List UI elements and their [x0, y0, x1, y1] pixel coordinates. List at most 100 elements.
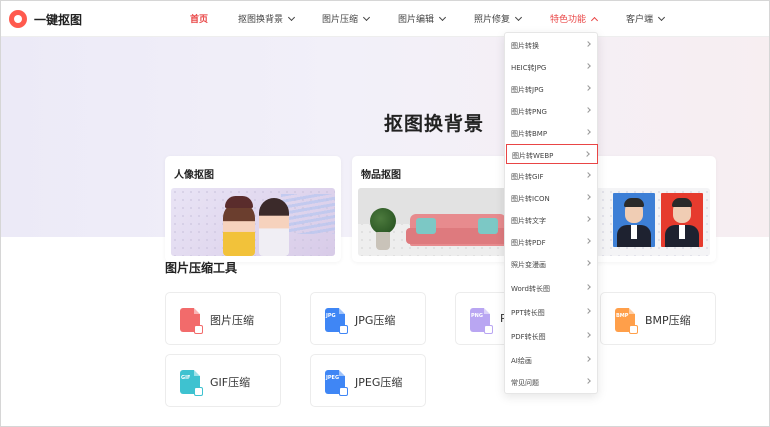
menu-item-to-pdf[interactable]: 图片转PDF: [506, 232, 598, 252]
menu-item-label: 照片变漫画: [511, 261, 546, 269]
chevron-right-icon: [585, 260, 591, 266]
nav-client[interactable]: 客户端: [626, 12, 666, 25]
card-title: 人像抠图: [174, 170, 214, 181]
tool-label: 图片压缩: [210, 314, 254, 327]
chevron-right-icon: [585, 194, 591, 200]
tool-jpeg-compress[interactable]: JPEG JPEG压缩: [310, 354, 426, 407]
tool-label: GIF压缩: [210, 376, 251, 389]
bmp-file-icon: BMP: [615, 308, 638, 334]
tool-label: JPG压缩: [355, 314, 396, 327]
chevron-right-icon: [585, 284, 591, 290]
menu-item-label: 图片转换: [511, 42, 539, 50]
tool-bmp-compress[interactable]: BMP BMP压缩: [600, 292, 716, 345]
nav-photo-repair[interactable]: 照片修复: [474, 12, 523, 25]
chevron-right-icon: [585, 172, 591, 178]
chevron-right-icon: [585, 216, 591, 222]
menu-item-ppt-to-long-image[interactable]: PPT转长图: [506, 302, 598, 322]
chevron-right-icon: [585, 63, 591, 69]
menu-item-label: 图片转GIF: [511, 173, 544, 181]
chevron-right-icon: [585, 129, 591, 135]
jpg-file-icon: JPG: [325, 308, 348, 334]
menu-item-label: 图片转文字: [511, 217, 546, 225]
chevron-right-icon: [585, 332, 591, 338]
png-file-icon: PNG: [470, 308, 493, 334]
menu-item-label: HEIC转JPG: [511, 64, 547, 72]
nav-image-edit[interactable]: 图片编辑: [398, 12, 447, 25]
chevron-right-icon: [585, 238, 591, 244]
menu-item-heic-to-jpg[interactable]: HEIC转JPG: [506, 57, 598, 77]
menu-item-to-jpg[interactable]: 图片转JPG: [506, 79, 598, 99]
chevron-right-icon: [585, 356, 591, 362]
tool-jpg-compress[interactable]: JPG JPG压缩: [310, 292, 426, 345]
menu-item-label: 图片转WEBP: [512, 152, 554, 160]
menu-item-image-convert[interactable]: 图片转换: [506, 35, 598, 55]
nav-special-features-label: 特色功能: [550, 15, 587, 25]
chevron-down-icon: [287, 13, 296, 21]
page-frame: 一键抠图 首页 抠图换背景 图片压缩 图片编辑 照片修复 特色功能 客户端 抠图…: [0, 0, 770, 427]
tool-label: JPEG压缩: [355, 376, 403, 389]
card-portrait-cutout[interactable]: 人像抠图: [165, 156, 341, 262]
menu-item-label: PDF转长图: [511, 333, 546, 341]
menu-item-photo-to-comic[interactable]: 照片变漫画: [506, 254, 598, 274]
menu-item-label: Word转长图: [511, 285, 550, 293]
chevron-right-icon: [585, 41, 591, 47]
tool-image-compress[interactable]: 图片压缩: [165, 292, 281, 345]
chevron-down-icon: [362, 13, 371, 21]
top-nav-bar: 一键抠图 首页 抠图换背景 图片压缩 图片编辑 照片修复 特色功能 客户端: [1, 1, 769, 37]
jpeg-file-icon: JPEG: [325, 370, 348, 396]
chevron-down-icon: [657, 13, 666, 21]
site-logo[interactable]: 一键抠图: [9, 10, 82, 28]
logo-icon: [9, 10, 27, 28]
nav-image-edit-label: 图片编辑: [398, 15, 435, 25]
menu-item-label: AI绘画: [511, 357, 532, 365]
menu-item-faq[interactable]: 常见问题: [506, 372, 598, 392]
menu-item-to-gif[interactable]: 图片转GIF: [506, 166, 598, 186]
menu-item-label: PPT转长图: [511, 309, 545, 317]
gif-file-icon: GIF: [180, 370, 203, 396]
id-photo-sample-image: [591, 188, 710, 256]
hero-banner: 抠图换背景 人像抠图 物品抠图: [1, 37, 769, 262]
nav-cutout-background[interactable]: 抠图换背景: [238, 12, 296, 25]
id-photo-red: [661, 193, 703, 247]
nav-client-label: 客户端: [626, 15, 654, 25]
card-object-cutout[interactable]: 物品抠图: [352, 156, 513, 262]
nav-home[interactable]: 首页: [190, 12, 208, 25]
nav-image-compress[interactable]: 图片压缩: [322, 12, 371, 25]
menu-item-label: 图片转PNG: [511, 108, 547, 116]
chevron-down-icon: [438, 13, 447, 21]
nav-cutout-background-label: 抠图换背景: [238, 15, 284, 25]
image-file-icon: [180, 308, 203, 334]
chevron-down-icon: [514, 13, 523, 21]
menu-item-to-webp[interactable]: 图片转WEBP: [506, 144, 598, 164]
menu-item-to-bmp[interactable]: 图片转BMP: [506, 123, 598, 143]
id-photo-blue: [613, 193, 655, 247]
section-title-compress: 图片压缩工具: [165, 261, 238, 275]
card-title: 物品抠图: [361, 170, 401, 181]
tool-gif-compress[interactable]: GIF GIF压缩: [165, 354, 281, 407]
chevron-right-icon: [584, 151, 590, 157]
chevron-right-icon: [585, 378, 591, 384]
menu-item-label: 图片转JPG: [511, 86, 544, 94]
menu-item-ai-painting[interactable]: AI绘画: [506, 350, 598, 370]
menu-item-label: 图片转BMP: [511, 130, 548, 138]
chevron-right-icon: [585, 85, 591, 91]
nav-special-features[interactable]: 特色功能: [550, 12, 599, 25]
menu-item-to-icon[interactable]: 图片转ICON: [506, 188, 598, 208]
tool-label: BMP压缩: [645, 314, 691, 327]
menu-item-word-to-long-image[interactable]: Word转长图: [506, 278, 598, 298]
nav-photo-repair-label: 照片修复: [474, 15, 511, 25]
portrait-sample-image: [171, 188, 335, 256]
menu-item-to-png[interactable]: 图片转PNG: [506, 101, 598, 121]
nav-image-compress-label: 图片压缩: [322, 15, 359, 25]
menu-item-to-text[interactable]: 图片转文字: [506, 210, 598, 230]
logo-text: 一键抠图: [34, 12, 83, 27]
card-id-photo[interactable]: [585, 156, 716, 262]
chevron-right-icon: [585, 308, 591, 314]
menu-item-label: 常见问题: [511, 379, 539, 387]
sofa-sample-image: [358, 188, 507, 256]
nav-home-label: 首页: [190, 15, 209, 25]
chevron-right-icon: [585, 107, 591, 113]
chevron-up-icon: [590, 16, 599, 24]
hero-title: 抠图换背景: [384, 113, 485, 135]
menu-item-pdf-to-long-image[interactable]: PDF转长图: [506, 326, 598, 346]
